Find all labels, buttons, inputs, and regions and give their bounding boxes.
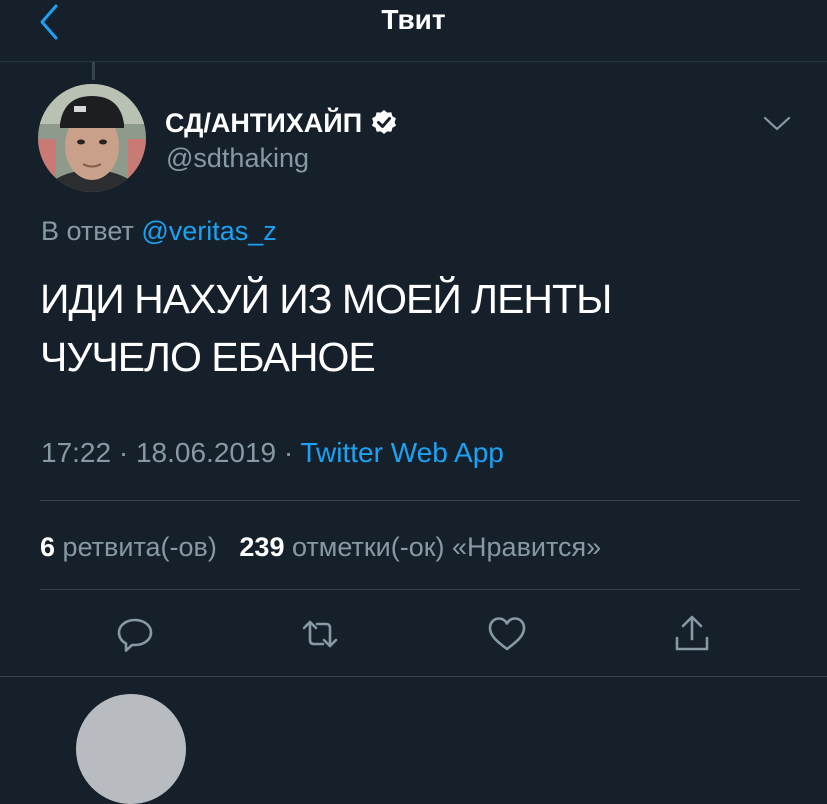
share-button[interactable] [670, 612, 714, 656]
tweet-stats: 6 ретвита(-ов) 239 отметки(-ок) «Нравитс… [40, 531, 601, 563]
author-name[interactable]: СД/АНТИХАЙП [165, 107, 398, 139]
reply-icon [117, 618, 153, 652]
retweets-stat[interactable]: 6 ретвита(-ов) [40, 532, 217, 562]
like-icon [488, 617, 526, 651]
retweet-button[interactable] [298, 612, 342, 656]
reply-context: В ответ @veritas_z [41, 215, 277, 247]
divider [40, 589, 800, 590]
reply-prefix: В ответ [41, 216, 134, 246]
retweets-count: 6 [40, 532, 56, 562]
verified-badge-icon [372, 110, 397, 134]
page-title: Твит [381, 4, 446, 35]
thread-connector [92, 62, 95, 80]
meta-separator: · [118, 437, 129, 468]
chevron-down-icon [763, 116, 791, 131]
next-tweet-avatar[interactable] [76, 694, 186, 804]
likes-label: отметки(-ок) «Нравится» [291, 532, 602, 562]
meta-separator: · [283, 437, 294, 468]
reply-mention-link[interactable]: @veritas_z [141, 216, 276, 246]
tweet-date: 18.06.2019 [135, 437, 277, 468]
reply-button[interactable] [113, 612, 157, 656]
retweet-icon [302, 620, 338, 648]
author-name-text: СД/АНТИХАЙП [165, 108, 363, 138]
like-button[interactable] [485, 612, 529, 656]
divider [40, 500, 800, 501]
tweet-text-line: ИДИ НАХУЙ ИЗ МОЕЙ ЛЕНТЫ [40, 276, 612, 322]
top-bar: Твит [0, 0, 827, 62]
divider [0, 676, 827, 677]
author-handle[interactable]: @sdthaking [166, 142, 309, 174]
likes-stat[interactable]: 239 отметки(-ок) «Нравится» [239, 532, 601, 562]
more-options-button[interactable] [760, 108, 794, 138]
likes-count: 239 [239, 532, 285, 562]
tweet-text-line: ЧУЧЕЛО ЕБАНОЕ [40, 334, 376, 380]
tweet-source-link[interactable]: Twitter Web App [301, 437, 504, 468]
tweet-text: ИДИ НАХУЙ ИЗ МОЕЙ ЛЕНТЫ ЧУЧЕЛО ЕБАНОЕ [40, 270, 780, 386]
tweet-meta: 17:22 · 18.06.2019 · Twitter Web App [41, 436, 504, 470]
avatar[interactable] [38, 84, 146, 192]
share-icon [675, 615, 709, 651]
retweets-label: ретвита(-ов) [62, 532, 217, 562]
tweet-time: 17:22 [41, 437, 112, 468]
